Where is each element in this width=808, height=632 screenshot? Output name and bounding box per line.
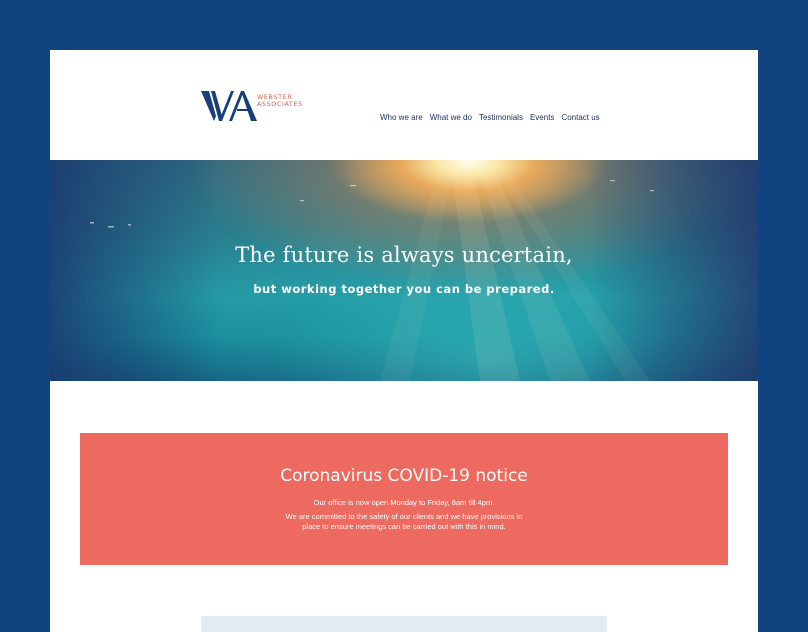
notice-safety-text-line2: place to ensure meetings can be carried …: [302, 522, 506, 531]
website-page: WEBSTER ASSOCIATES Who we are What we do…: [50, 50, 758, 632]
nav-item-what-we-do[interactable]: What we do: [430, 113, 472, 122]
nav-item-contact-us[interactable]: Contact us: [561, 113, 599, 122]
hero-title: The future is always uncertain,: [235, 243, 573, 267]
site-header: WEBSTER ASSOCIATES Who we are What we do…: [50, 50, 758, 160]
logo-wordmark: WEBSTER ASSOCIATES: [257, 94, 303, 108]
underwater-sunrays-image: [90, 160, 654, 381]
nav-item-who-we-are[interactable]: Who we are: [380, 113, 423, 122]
content-panel: [201, 616, 607, 632]
covid-notice-banner: Coronavirus COVID-19 notice Our office i…: [80, 433, 728, 565]
logo-name-line2: ASSOCIATES: [257, 100, 303, 108]
nav-item-events[interactable]: Events: [530, 113, 554, 122]
webster-associates-logo[interactable]: WEBSTER ASSOCIATES: [201, 88, 311, 124]
main-nav: Who we are What we do Testimonials Event…: [380, 113, 600, 122]
hero-banner: The future is always uncertain, but work…: [50, 160, 758, 381]
notice-hours-text: Our office is now open Monday to Friday,…: [313, 498, 495, 507]
wa-monogram-icon: [201, 91, 257, 121]
hero-subtitle: but working together you can be prepared…: [253, 282, 555, 296]
notice-title: Coronavirus COVID-19 notice: [280, 466, 528, 486]
nav-item-testimonials[interactable]: Testimonials: [479, 113, 523, 122]
notice-safety-text-line1: We are committed to the safety of our cl…: [285, 512, 523, 521]
